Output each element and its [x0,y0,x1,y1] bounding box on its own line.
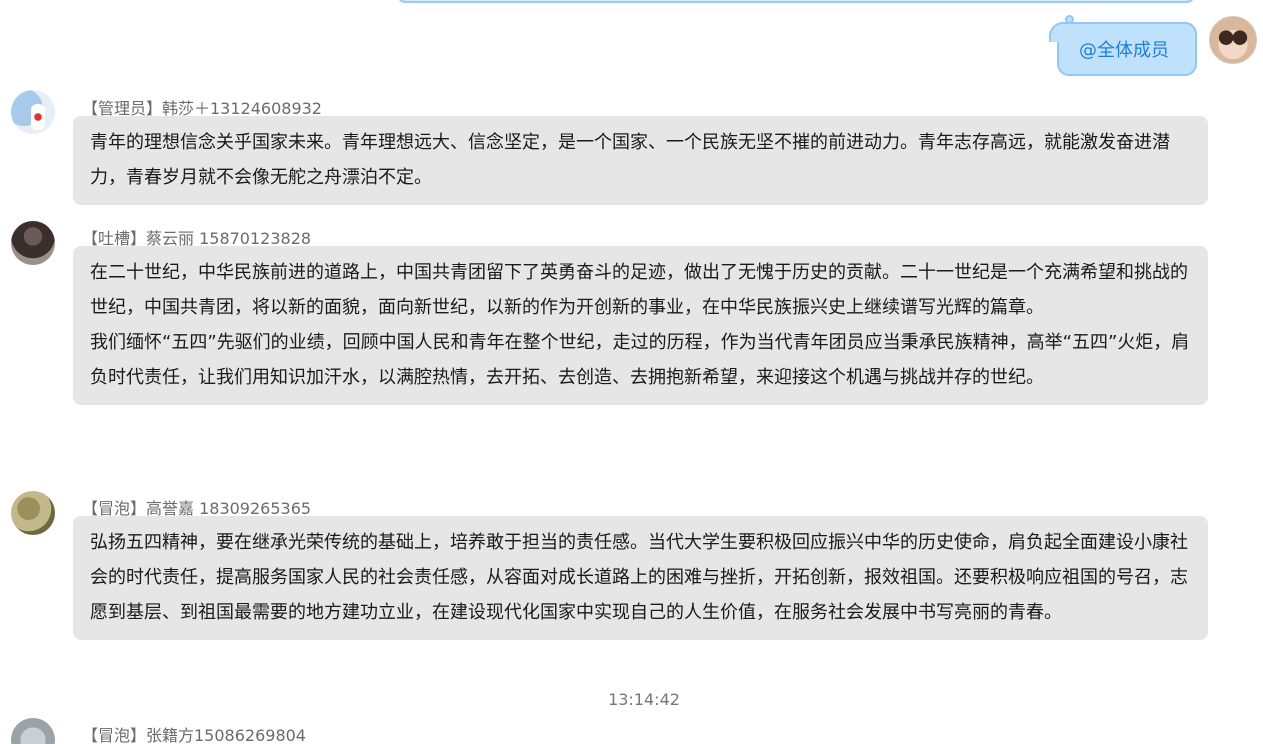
outgoing-message: @全体成员 [963,15,1263,80]
outgoing-bubble[interactable]: @全体成员 [1049,15,1197,76]
avatar[interactable] [11,90,55,134]
message-bubble[interactable]: 弘扬五四精神，要在继承光荣传统的基础上，培养敢于担当的责任感。当代大学生要积极回… [73,516,1208,640]
chat-window: @全体成员 【管理员】韩莎＋13124608932 青年的理想信念关乎国家未来。… [0,0,1263,744]
previous-message-bubble[interactable] [396,0,1196,3]
message-bubble[interactable]: 在二十世纪，中华民族前进的道路上，中国共青团留下了英勇奋斗的足迹，做出了无愧于历… [73,246,1208,405]
avatar[interactable] [11,491,55,535]
timestamp: 13:14:42 [608,690,680,709]
message-paragraph: 弘扬五四精神，要在继承光荣传统的基础上，培养敢于担当的责任感。当代大学生要积极回… [90,532,1188,623]
my-avatar[interactable] [1209,16,1257,64]
message-paragraph: 在二十世纪，中华民族前进的道路上，中国共青团留下了英勇奋斗的足迹，做出了无愧于历… [90,262,1188,318]
message-paragraph: 我们缅怀“五四”先驱们的业绩，回顾中国人民和青年在整个世纪，走过的历程，作为当代… [90,332,1190,388]
sender-name[interactable]: 【冒泡】张籍方15086269804 [82,722,306,744]
message-bubble[interactable]: 青年的理想信念关乎国家未来。青年理想远大、信念坚定，是一个国家、一个民族无坚不摧… [73,116,1208,205]
mention-all-text: @全体成员 [1079,40,1169,61]
message-paragraph: 青年的理想信念关乎国家未来。青年理想远大、信念坚定，是一个国家、一个民族无坚不摧… [90,132,1170,188]
bubble-tail-dot-icon [1065,15,1074,24]
avatar[interactable] [11,221,55,265]
avatar[interactable] [11,718,55,744]
bubble-tail-icon [1049,22,1075,42]
